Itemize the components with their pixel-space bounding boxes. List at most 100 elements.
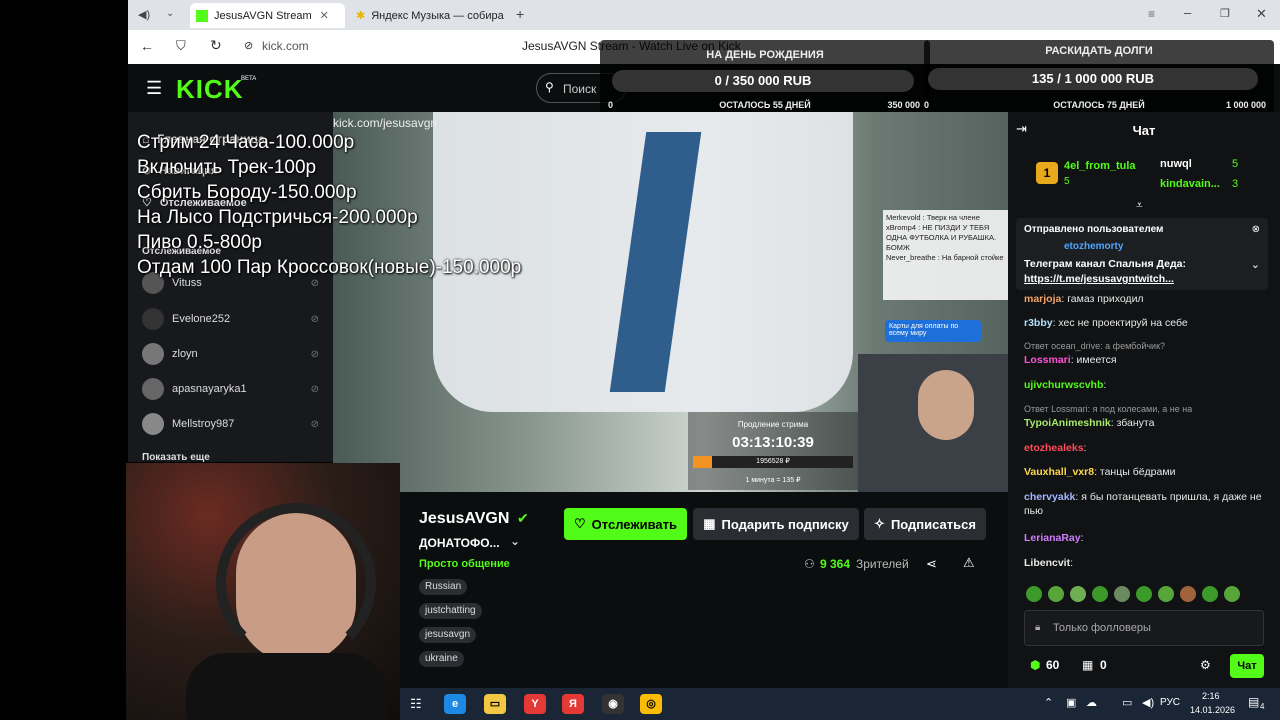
yandex-icon[interactable]: Я [562,694,584,714]
emote-icon[interactable] [1224,586,1240,602]
chat-user[interactable]: etozhealeks [1024,442,1084,454]
chat-user[interactable]: Lossmari [1024,354,1071,366]
hamburger-icon[interactable]: ☰ [146,78,162,99]
reload-icon[interactable]: ↻ [210,37,222,54]
task-view-icon[interactable]: ☷ [410,696,422,712]
minimize-button[interactable]: – [1184,5,1191,20]
chevron-down-icon[interactable]: ⌄ [166,8,174,19]
sidebar-channel[interactable]: Evelone252 [142,308,230,330]
url-text[interactable]: kick.com [262,39,309,53]
tray-icon[interactable]: ☁ [1086,696,1097,709]
leader-name[interactable]: nuwql [1160,158,1192,170]
chrome-icon[interactable]: ◎ [640,694,662,714]
clock-time[interactable]: 2:16 [1202,691,1220,701]
expand-icon[interactable]: ⩡ [1136,198,1143,213]
chat-input[interactable]: 🔒︎ Только фолловеры [1024,610,1264,646]
stream-title: ДОНАТОФО... [419,536,500,550]
chat-message: TypoiAnimeshnik: збанута [1024,416,1272,430]
leader-name[interactable]: 4el_from_tula [1064,160,1136,172]
subscribe-button[interactable]: ✧ Подписаться [864,508,986,540]
emote-icon[interactable] [1026,586,1042,602]
tray-chevron-icon[interactable]: ⌃ [1044,696,1053,709]
tag-chip[interactable]: jesusavgn [419,627,477,643]
network-icon[interactable]: ▭ [1122,696,1132,709]
emote-icon[interactable] [1114,586,1130,602]
emote-icon[interactable] [1202,586,1218,602]
back-icon[interactable]: ← [140,38,154,54]
chat-user[interactable]: r3bby [1024,317,1053,329]
chat-user[interactable]: chervyakk [1024,491,1075,503]
close-window-button[interactable]: ✕ [1256,6,1267,22]
chat-panel: ⇥ Чат 1 4el_from_tula 5 nuwql 5 kindavai… [1008,112,1280,688]
report-icon[interactable]: ⚠ [963,555,975,571]
gift-sub-button[interactable]: ▦ Подарить подписку [693,508,859,540]
tag-chip[interactable]: justchatting [419,603,482,619]
emote-icon[interactable] [1092,586,1108,602]
goal-bar: 0 / 350 000 RUB [612,70,914,92]
unpin-icon[interactable]: ⊗ [1252,224,1260,235]
send-chat-button[interactable]: Чат [1230,654,1264,678]
obs-icon[interactable]: ◉ [602,694,624,714]
shield-icon[interactable]: ⛉ [176,38,186,54]
tab-yandex-music[interactable]: ✱ Яндекс Музыка — собира [350,3,510,28]
emote-icon[interactable] [1180,586,1196,602]
chat-message: Vauxhall_vxr8: танцы бёдрами [1024,465,1272,479]
chevron-down-icon[interactable]: ⌄ [1251,258,1260,271]
notification-icon[interactable]: ▤ [1248,695,1259,709]
goal-progress: 0 / 350 000 RUB [714,73,812,88]
timer-amount: 1956528 ₽ [756,458,790,465]
emote-icon[interactable] [1158,586,1174,602]
sidebar-channel[interactable]: Mellstroy987 [142,413,234,435]
follow-button[interactable]: ♡ Отслеживать [564,508,687,540]
folder-icon[interactable]: ▭ [484,694,506,714]
volume-icon[interactable]: ◀) [1142,696,1154,709]
overlay-line: Сбрить Бороду-150.000р [137,182,357,203]
chat-user[interactable]: TypoiAnimeshnik [1024,417,1111,429]
video-player[interactable]: kick.com/jesusavgn Merkevold : Тверк на … [333,112,1008,492]
chat-user[interactable]: Libencvit [1024,557,1070,569]
input-language[interactable]: РУС [1160,697,1180,708]
pinned-link[interactable]: https://t.me/jesusavgntwitch... [1024,273,1174,285]
stream-category[interactable]: Просто общение [419,558,510,570]
tab-jesusavgn[interactable]: JesusAVGN Stream ✕ [190,3,345,28]
channel-name[interactable]: JesusAVGN [419,510,509,528]
restore-button[interactable]: ❐ [1220,7,1230,20]
emote-icon[interactable] [1070,586,1086,602]
yandex-browser-icon[interactable]: Y [524,694,546,714]
chat-reply: Ответ ocean_drive: а фембойчик? [1024,341,1166,351]
mini-chat-overlay: Merkevold : Тверк на члене xBromp4 : НЕ … [883,210,1008,300]
avatar [142,308,164,330]
sidebar-channel[interactable]: zloyn [142,343,198,365]
clock-date[interactable]: 14.01.2026 [1190,705,1235,715]
menu-icon[interactable]: ≡ [1148,7,1155,21]
chat-user[interactable]: marjoja [1024,293,1061,305]
timer-widget: Продление стрима 03:13:10:39 1956528 ₽ 1… [688,412,858,490]
show-more-link[interactable]: Показать еще [142,452,210,463]
mini-chat-line: Merkevold : Тверк на члене [886,213,980,222]
channel-info: JesusAVGN ✔ ДОНАТОФО... ⌄ Просто общение… [400,492,1008,688]
offline-icon: ⊘ [310,419,319,430]
kick-logo[interactable]: KICK [176,74,244,105]
emote-icon[interactable] [1136,586,1152,602]
edge-icon[interactable]: e [444,694,466,714]
close-icon[interactable]: ✕ [320,9,329,22]
share-icon[interactable]: ⋖ [926,556,937,572]
gift-count[interactable]: 0 [1100,658,1107,672]
points-count[interactable]: 60 [1046,658,1059,672]
speaker-icon[interactable]: ◀) [138,8,150,21]
goal-title: РАСКИДАТЬ ДОЛГИ [1045,45,1153,57]
chevron-down-icon[interactable]: ⌄ [510,534,520,548]
chat-user[interactable]: Vauxhall_vxr8 [1024,466,1094,478]
pinned-user[interactable]: etozhemorty [1064,241,1123,252]
tag-chip[interactable]: Russian [419,579,468,595]
new-tab-button[interactable]: + [516,6,524,22]
leader-name[interactable]: kindavain... [1160,178,1220,190]
gear-icon[interactable]: ⚙ [1200,658,1211,672]
tag-chip[interactable]: ukraine [419,651,464,667]
chat-user[interactable]: LerianaRay [1024,532,1081,544]
chat-user[interactable]: ujivchurwscvhb [1024,379,1103,391]
tray-icon[interactable]: ▣ [1066,696,1076,709]
goal-birthday: НА ДЕНЬ РОЖДЕНИЯ 0 / 350 000 RUB 0 ОСТАЛ… [600,40,930,118]
sidebar-channel[interactable]: apasnayaryka1 [142,378,247,400]
emote-icon[interactable] [1048,586,1064,602]
